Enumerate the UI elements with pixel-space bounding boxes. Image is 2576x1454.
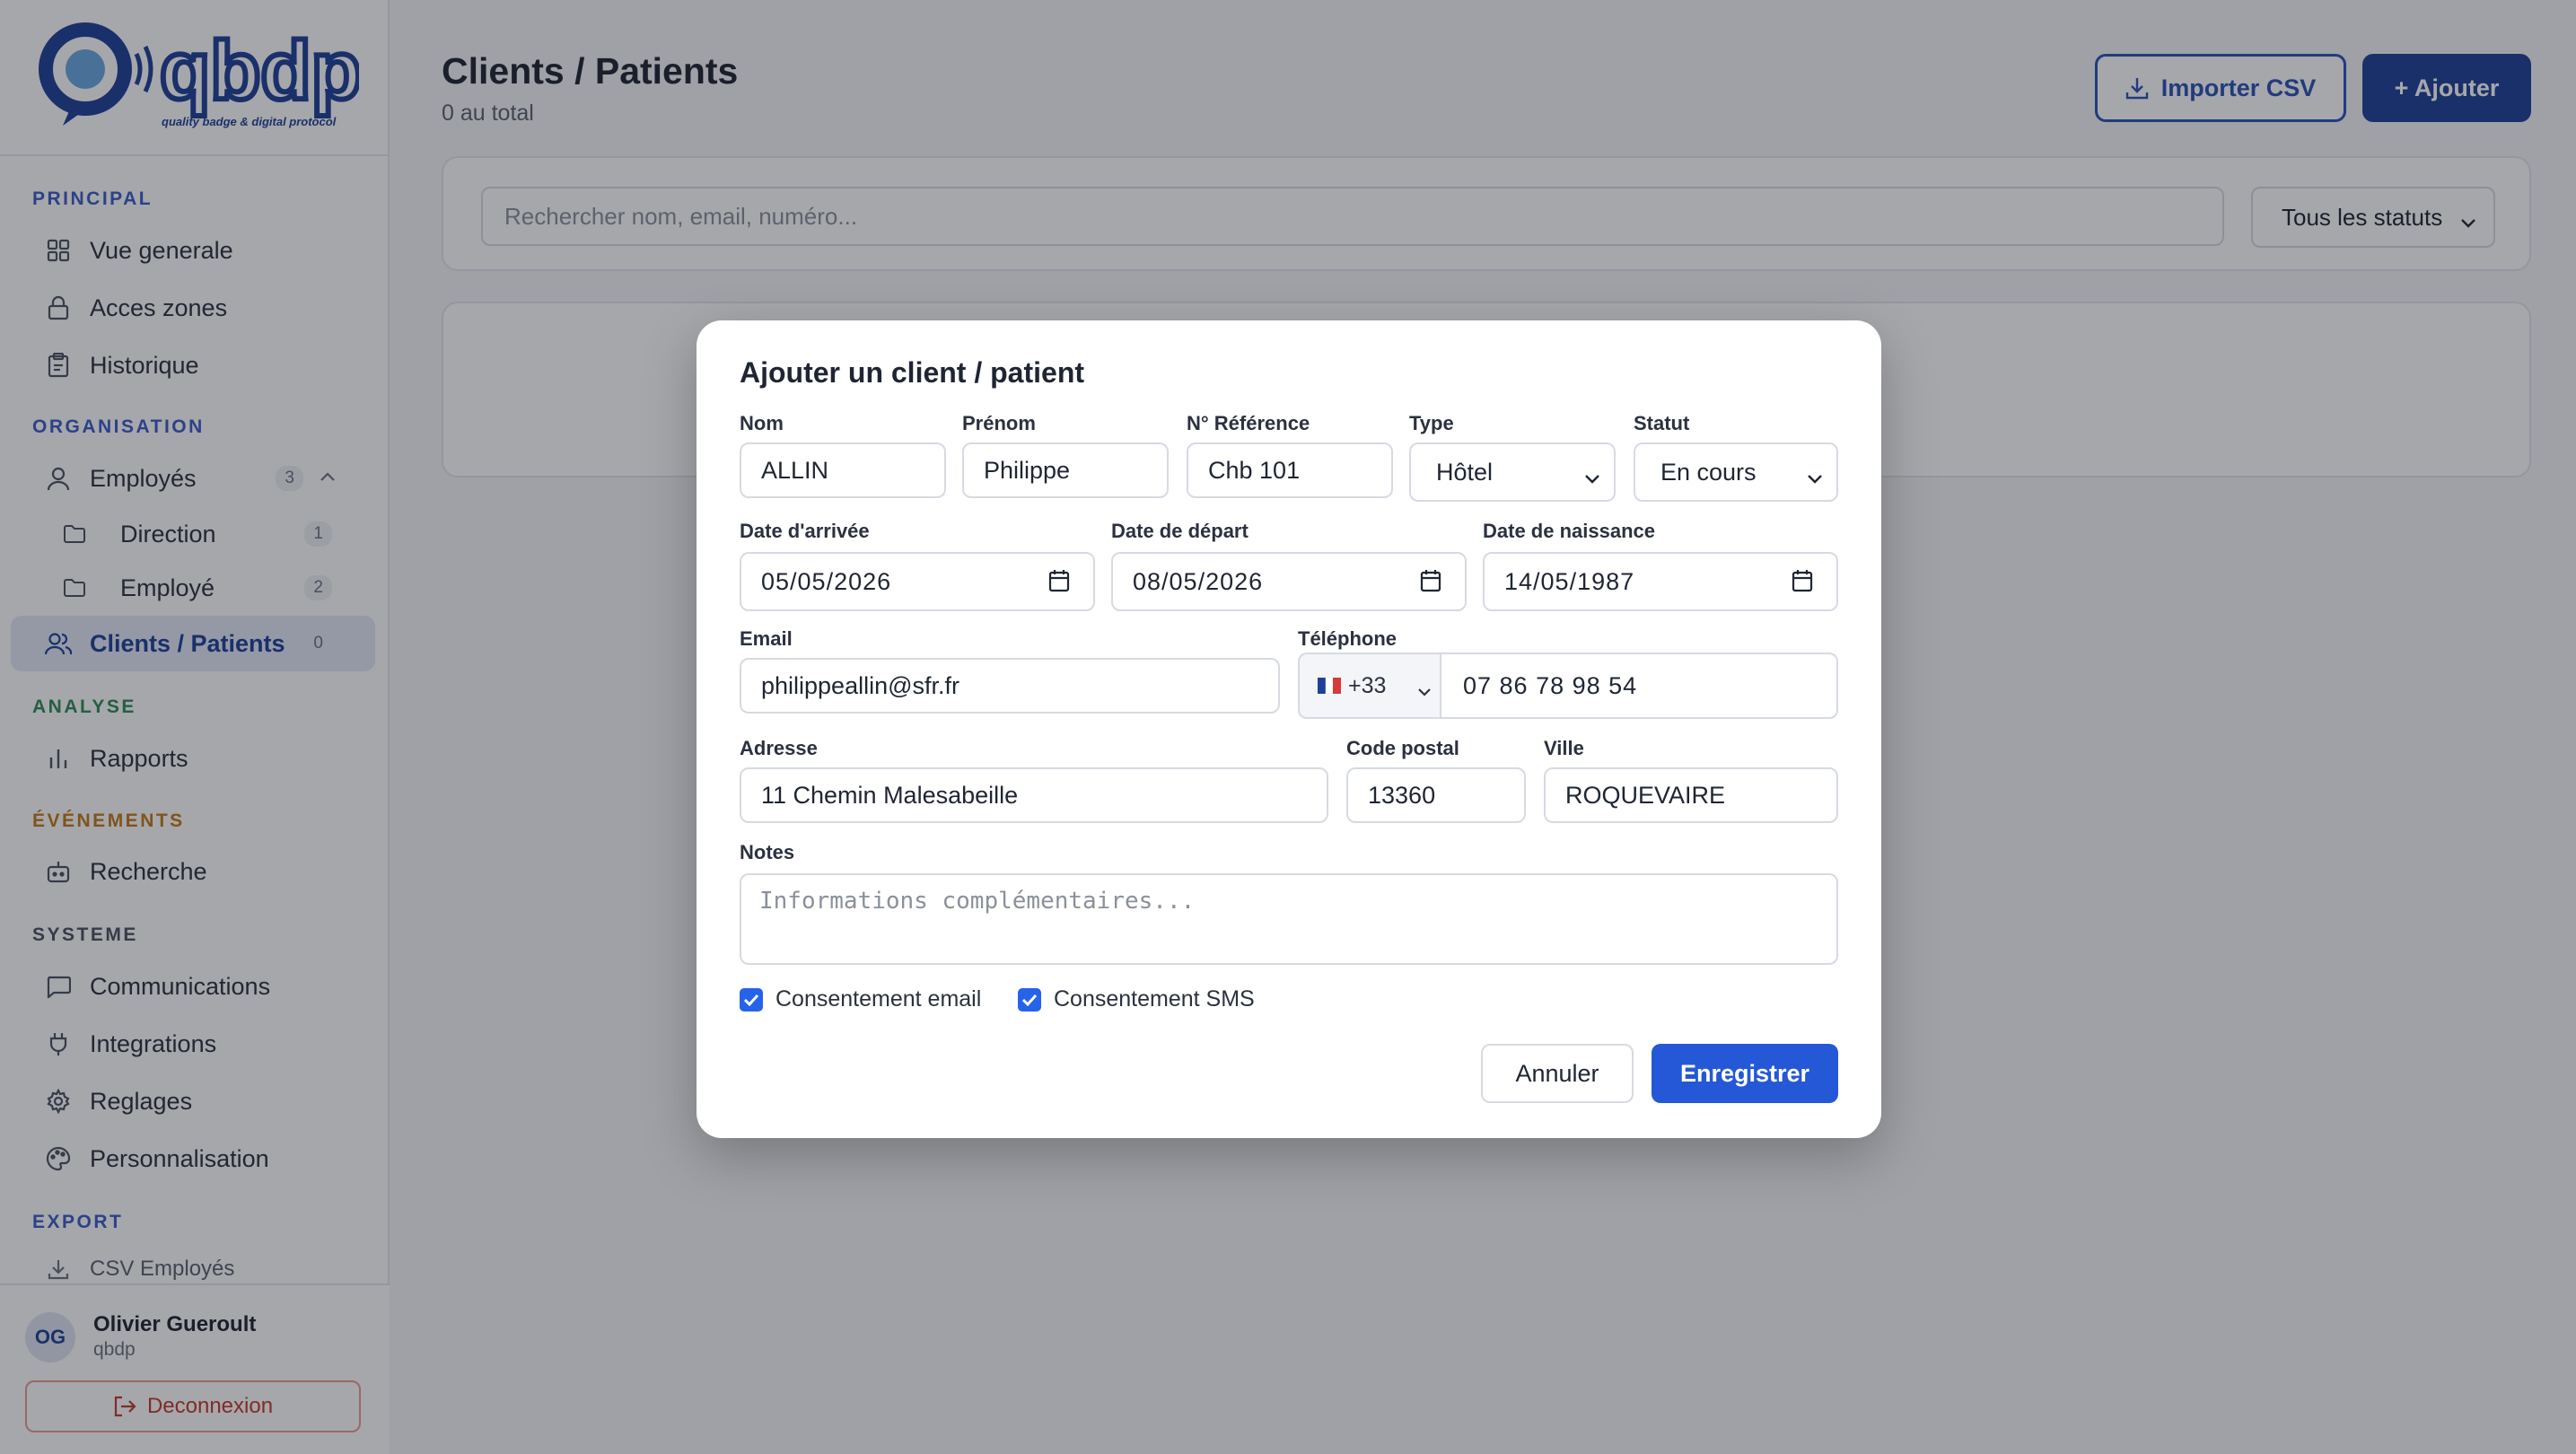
consent-sms-label: Consentement SMS: [1054, 986, 1255, 1012]
chevron-down-icon: [1806, 464, 1824, 492]
arrivee-date-input[interactable]: 05/05/2026: [740, 552, 1095, 611]
reference-label: N° Référence: [1187, 412, 1310, 434]
statut-label: Statut: [1634, 412, 1690, 434]
consent-email-label: Consentement email: [775, 986, 982, 1012]
country-code-select[interactable]: +33: [1298, 653, 1441, 719]
country-code-value: +33: [1348, 672, 1387, 698]
adresse-label: Adresse: [740, 737, 818, 759]
nom-input[interactable]: ALLIN: [740, 442, 946, 498]
type-select[interactable]: Hôtel: [1409, 442, 1616, 502]
telephone-input[interactable]: 07 86 78 98 54: [1440, 653, 1838, 719]
arrivee-value: 05/05/2026: [761, 567, 892, 595]
type-value: Hôtel: [1436, 458, 1494, 486]
ville-label: Ville: [1544, 737, 1584, 759]
cancel-button[interactable]: Annuler: [1481, 1044, 1634, 1103]
depart-value: 08/05/2026: [1133, 567, 1264, 595]
naissance-label: Date de naissance: [1483, 520, 1655, 542]
calendar-icon[interactable]: [1792, 569, 1813, 599]
depart-date-input[interactable]: 08/05/2026: [1111, 552, 1467, 611]
consent-email-checkbox[interactable]: Consentement email: [740, 986, 981, 1012]
checkbox-checked-icon[interactable]: [1018, 987, 1041, 1012]
france-flag-icon: [1318, 678, 1341, 694]
adresse-input[interactable]: 11 Chemin Malesabeille: [740, 767, 1328, 823]
type-label: Type: [1409, 412, 1454, 434]
consent-sms-checkbox[interactable]: Consentement SMS: [1018, 986, 1255, 1012]
ville-input[interactable]: ROQUEVAIRE: [1544, 767, 1838, 823]
add-client-modal: Ajouter un client / patient Nom ALLIN Pr…: [697, 320, 1881, 1138]
statut-value: En cours: [1660, 458, 1757, 486]
modal-title: Ajouter un client / patient: [740, 356, 1085, 389]
depart-label: Date de départ: [1111, 520, 1249, 542]
naissance-date-input[interactable]: 14/05/1987: [1483, 552, 1838, 611]
save-button[interactable]: Enregistrer: [1652, 1044, 1838, 1103]
reference-input[interactable]: Chb 101: [1187, 442, 1393, 498]
naissance-value: 14/05/1987: [1504, 567, 1635, 595]
prenom-label: Prénom: [962, 412, 1036, 434]
nom-label: Nom: [740, 412, 784, 434]
chevron-down-icon: [1416, 678, 1433, 704]
telephone-label: Téléphone: [1298, 627, 1398, 650]
statut-select[interactable]: En cours: [1634, 442, 1838, 502]
email-input[interactable]: philippeallin@sfr.fr: [740, 658, 1280, 714]
calendar-icon[interactable]: [1048, 569, 1070, 599]
checkbox-checked-icon[interactable]: [740, 987, 763, 1012]
notes-label: Notes: [740, 841, 795, 863]
code-postal-label: Code postal: [1346, 737, 1459, 759]
chevron-down-icon: [1583, 464, 1601, 492]
calendar-icon[interactable]: [1420, 569, 1441, 599]
prenom-input[interactable]: Philippe: [962, 442, 1169, 498]
arrivee-label: Date d'arrivée: [740, 520, 870, 542]
email-label: Email: [740, 627, 793, 650]
code-postal-input[interactable]: 13360: [1346, 767, 1526, 823]
notes-textarea[interactable]: Informations complémentaires...: [740, 873, 1838, 965]
